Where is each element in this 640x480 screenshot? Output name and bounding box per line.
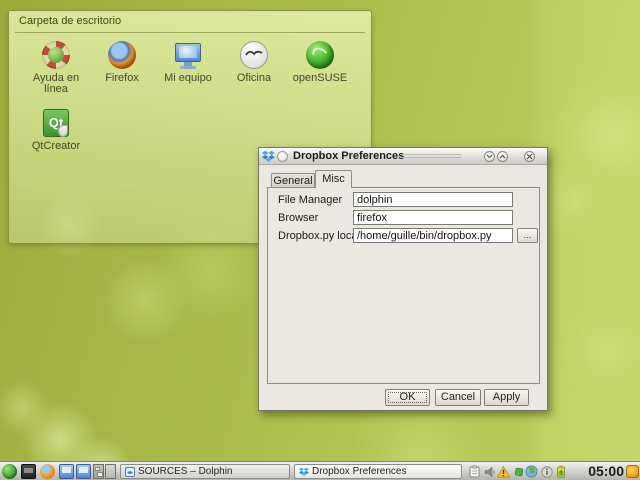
dropbox-py-location-input[interactable]: [353, 228, 513, 243]
office-suite-icon: [238, 39, 270, 71]
desktop-wallpaper[interactable]: Carpeta de escritorio Ayuda en línea Fir…: [0, 0, 640, 480]
close-button[interactable]: [524, 151, 535, 162]
browser-input[interactable]: [353, 210, 513, 225]
panel-toolbox-icon[interactable]: [626, 465, 639, 478]
warning-icon[interactable]: [497, 465, 510, 478]
file-manager-label: File Manager: [278, 194, 343, 206]
browser-label: Browser: [278, 212, 319, 224]
desktop-icon-help[interactable]: Ayuda en línea: [23, 39, 89, 95]
tab-general[interactable]: General: [271, 173, 315, 187]
desktop-icon-label: Oficina: [236, 72, 272, 84]
opensuse-icon: [304, 39, 336, 71]
close-icon: [526, 153, 533, 160]
window-titlebar[interactable]: Dropbox Preferences: [259, 148, 547, 165]
folder-view-title: Carpeta de escritorio: [19, 15, 122, 27]
tab-content-frame: File Manager Browser Dropbox.py location…: [267, 187, 540, 384]
cancel-button[interactable]: Cancel: [435, 389, 481, 406]
dropbox-icon: [262, 150, 275, 162]
chevron-up-icon: [499, 154, 506, 159]
minimize-button[interactable]: [484, 151, 495, 162]
task-dolphin[interactable]: SOURCES – Dolphin: [120, 464, 290, 479]
maximize-button[interactable]: [497, 151, 508, 162]
desktop-icon-opensuse[interactable]: openSUSE: [287, 39, 353, 84]
volume-icon[interactable]: [483, 465, 496, 478]
window-title: Dropbox Preferences: [293, 150, 405, 162]
qtcreator-icon: Qt: [40, 107, 72, 139]
desktop-icon-label: Ayuda en línea: [32, 72, 80, 95]
firefox-launcher-icon[interactable]: [40, 464, 55, 479]
taskbar-panel: SOURCES – Dolphin Dropbox Preferences 05…: [0, 461, 640, 480]
desktop-icon-label: openSUSE: [292, 72, 348, 84]
info-icon[interactable]: [540, 465, 553, 478]
battery-icon[interactable]: [554, 465, 567, 478]
desktop-icon-my-computer[interactable]: Mi equipo: [155, 39, 221, 84]
chevron-down-icon: [486, 154, 493, 159]
browse-button[interactable]: ...: [517, 228, 538, 243]
computer-icon: [172, 39, 204, 71]
desktop-icon-office[interactable]: Oficina: [221, 39, 287, 84]
tab-misc[interactable]: Misc: [315, 170, 352, 188]
desktop-icon-label: Mi equipo: [164, 72, 212, 84]
desktop-icon-qtcreator[interactable]: Qt QtCreator: [23, 107, 89, 152]
desktop-icon-label: Firefox: [105, 72, 139, 84]
folder-view-separator: [15, 32, 365, 33]
desktop-icon-label: QtCreator: [31, 140, 81, 152]
network-globe-icon[interactable]: [525, 465, 538, 478]
dialog-body: General Misc File Manager Browser Dropbo…: [259, 165, 547, 410]
firefox-icon: [106, 39, 138, 71]
window-menu-button[interactable]: [277, 151, 288, 162]
panel-clock[interactable]: 05:00: [588, 463, 624, 479]
apply-button[interactable]: Apply: [484, 389, 529, 406]
dropbox-tray-icon[interactable]: [512, 465, 525, 478]
task-label: Dropbox Preferences: [312, 466, 407, 477]
dropbox-icon: [299, 467, 309, 476]
application-menu-button[interactable]: [2, 464, 17, 479]
clipboard-icon[interactable]: [468, 465, 481, 478]
pager-desktop-1[interactable]: [93, 464, 104, 479]
titlebar-grip: [401, 154, 461, 160]
task-label: SOURCES – Dolphin: [138, 466, 233, 477]
file-manager-input[interactable]: [353, 192, 513, 207]
pager-desktop-2[interactable]: [105, 464, 116, 479]
dropbox-preferences-window: Dropbox Preferences General Misc File Ma…: [258, 147, 548, 411]
desktop-pager[interactable]: [93, 464, 117, 479]
task-dropbox-preferences[interactable]: Dropbox Preferences: [294, 464, 462, 479]
online-help-icon: [40, 39, 72, 71]
dolphin-icon: [125, 466, 135, 477]
system-launcher-icon[interactable]: [21, 464, 36, 479]
ok-button[interactable]: OK: [385, 389, 430, 406]
display-launcher-icon[interactable]: [76, 464, 91, 479]
desktop-icon-firefox[interactable]: Firefox: [89, 39, 155, 84]
computer-launcher-icon[interactable]: [59, 464, 74, 479]
